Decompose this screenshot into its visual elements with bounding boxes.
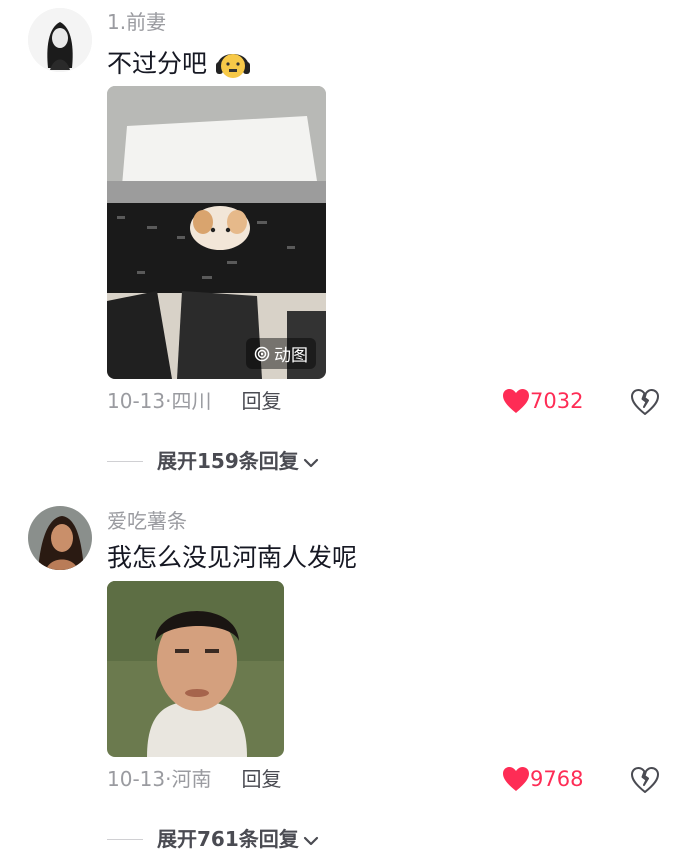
comment-text-content: 我怎么没见河南人发呢 [107,543,358,572]
comment-text: 不过分吧 [107,44,253,84]
comment-time-location: 10-13·河南 [107,767,212,791]
avatar[interactable] [28,506,92,570]
comment-text-content: 不过分吧 [107,49,208,78]
gif-target-icon [254,346,270,362]
comment-username[interactable]: 爱吃薯条 [107,509,187,533]
reply-button[interactable]: 回复 [241,766,281,792]
comment-time-location: 10-13·四川 [107,389,212,413]
comment-gif-image[interactable]: 动图 [107,86,326,379]
avatar[interactable] [28,8,92,72]
comment-image[interactable] [107,581,284,757]
expand-replies-button[interactable]: 展开761条回复 [107,826,320,852]
expand-divider [107,838,143,840]
dislike-button[interactable] [630,388,660,420]
headphones-face-emoji-icon [213,44,253,84]
chevron-down-icon [302,452,320,470]
like-button[interactable]: 7032 [502,388,583,414]
expand-divider [107,460,143,462]
heart-filled-icon [502,388,530,414]
chevron-down-icon [302,830,320,848]
broken-heart-icon [630,388,660,416]
gif-badge-label: 动图 [274,346,308,366]
like-count: 9768 [530,767,584,791]
gif-badge: 动图 [246,338,316,369]
like-button[interactable]: 9768 [502,766,583,792]
expand-replies-label: 展开159条回复 [157,449,299,473]
comment-meta: 10-13·河南 回复 [107,766,281,792]
heart-filled-icon [502,766,530,792]
reply-button[interactable]: 回复 [241,388,281,414]
expand-replies-button[interactable]: 展开159条回复 [107,448,320,474]
comment-meta: 10-13·四川 回复 [107,388,281,414]
expand-replies-label: 展开761条回复 [157,827,299,851]
dislike-button[interactable] [630,766,660,798]
comment-text: 我怎么没见河南人发呢 [107,542,357,574]
comment-username[interactable]: 1.前妻 [107,10,166,34]
broken-heart-icon [630,766,660,794]
like-count: 7032 [530,389,584,413]
